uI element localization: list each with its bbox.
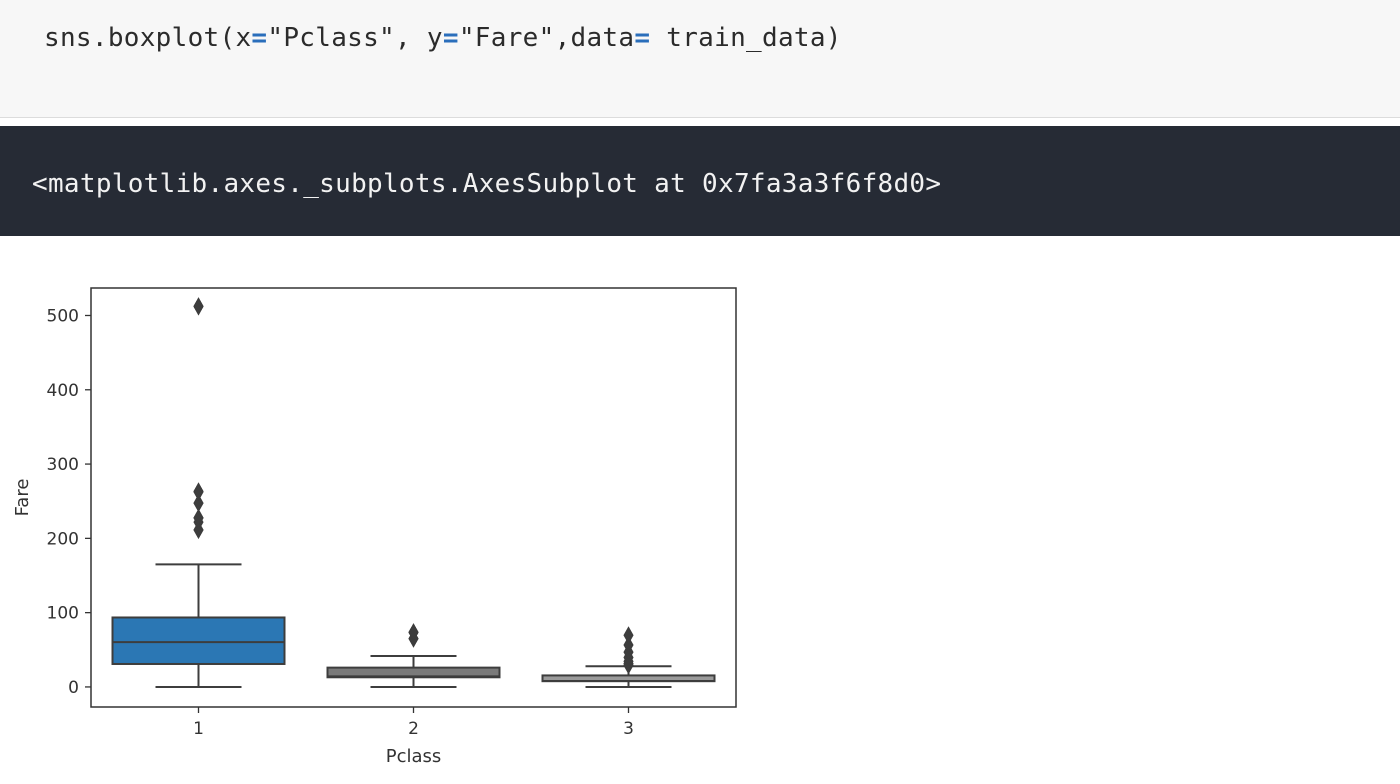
code-line[interactable]: sns.boxplot(x="Pclass", y="Fare",data= t… xyxy=(44,18,842,58)
box-body xyxy=(111,616,286,665)
y-axis-label: Fare xyxy=(12,479,33,517)
outlier-point xyxy=(193,297,204,316)
code-cell[interactable]: sns.boxplot(x="Pclass", y="Fare",data= t… xyxy=(0,0,1400,118)
y-tick-label: 200 xyxy=(47,529,79,549)
code-token: train_data) xyxy=(650,23,842,53)
code-operator: = xyxy=(442,23,459,53)
code-token: "Pclass", y xyxy=(267,23,443,53)
code-token: "Fare",data xyxy=(458,23,635,53)
y-tick-label: 500 xyxy=(47,306,79,326)
y-tick-label: 300 xyxy=(47,455,79,475)
cell-separator xyxy=(0,118,1400,126)
code-operator: = xyxy=(634,23,651,53)
plot-output: 0 100 200 300 400 500 1 2 3 Pclass Fare xyxy=(0,236,1400,780)
x-tick-label: 2 xyxy=(408,719,419,739)
output-text: <matplotlib.axes._subplots.AxesSubplot a… xyxy=(32,169,942,199)
outlier-point xyxy=(623,626,634,645)
outlier-point xyxy=(193,482,204,501)
x-axis-label: Pclass xyxy=(386,746,442,767)
code-token: sns.boxplot(x xyxy=(44,23,252,53)
x-tick-label: 3 xyxy=(623,719,634,739)
y-tick-label: 0 xyxy=(68,678,79,698)
y-tick-label: 400 xyxy=(47,381,79,401)
boxplot-chart: 0 100 200 300 400 500 1 2 3 Pclass Fare xyxy=(12,287,737,767)
x-tick-label: 1 xyxy=(193,719,204,739)
code-operator: = xyxy=(251,23,268,53)
output-cell: <matplotlib.axes._subplots.AxesSubplot a… xyxy=(0,126,1400,236)
y-tick-label: 100 xyxy=(47,604,79,624)
